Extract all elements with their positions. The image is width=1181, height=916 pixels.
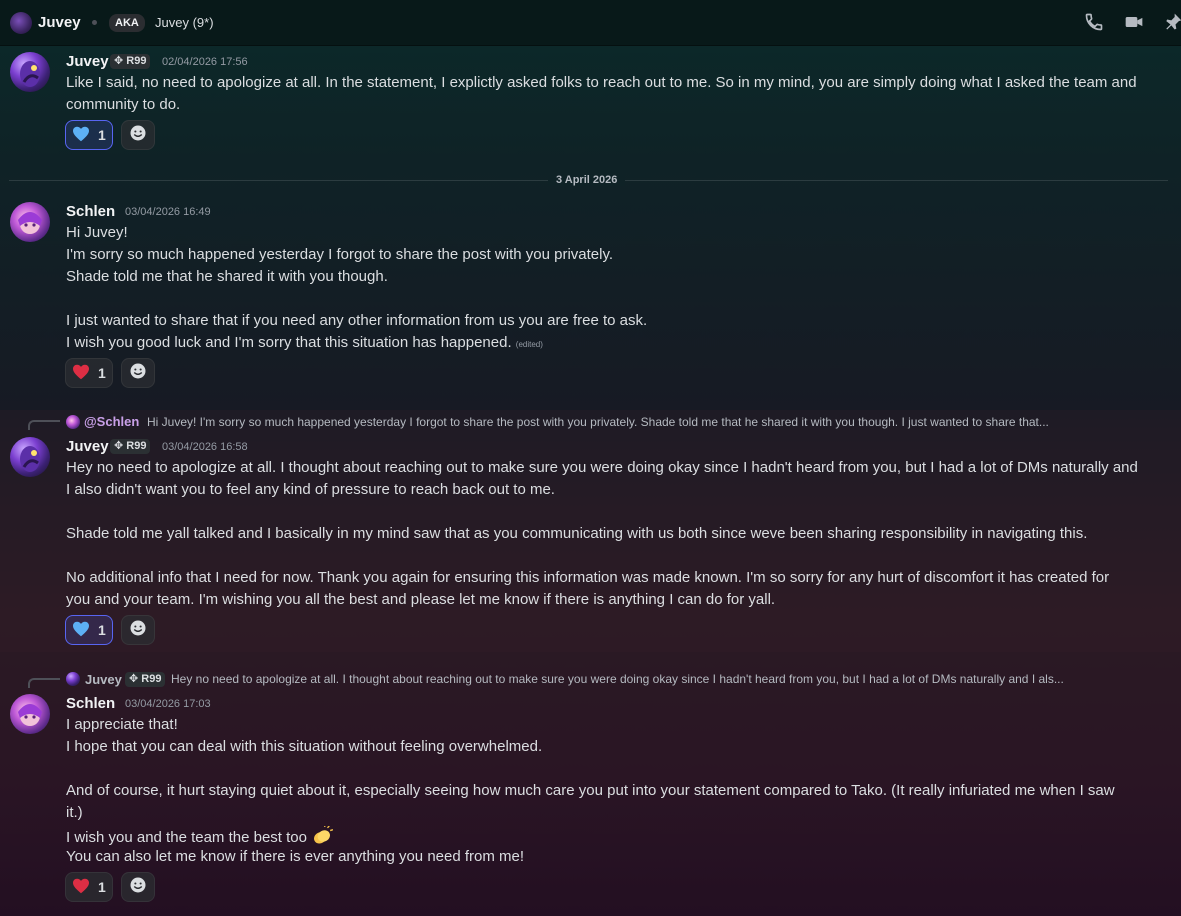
role-tag: ✥ R99 [110, 439, 151, 454]
reply-avatar [66, 672, 80, 686]
reaction-count: 1 [98, 365, 106, 381]
blue-heart-icon [72, 126, 90, 145]
edited-label: (edited) [515, 340, 543, 349]
add-reaction-button[interactable] [121, 120, 155, 150]
pin-icon[interactable] [1162, 12, 1181, 34]
add-reaction-button[interactable] [121, 615, 155, 645]
add-reaction-button[interactable] [121, 872, 155, 902]
header-username[interactable]: Juvey [38, 14, 81, 31]
reply-mention[interactable]: @Schlen [84, 414, 139, 429]
reaction-button[interactable]: 1 [65, 615, 113, 645]
message-text: I hope that you can deal with this situa… [66, 738, 543, 755]
message-timestamp: 02/04/2026 17:56 [162, 56, 248, 68]
message-text: Hey no need to apologize at all. I thoug… [66, 459, 1138, 476]
message-text: I just wanted to share that if you need … [66, 312, 648, 329]
avatar[interactable] [10, 694, 50, 734]
message-text: I'm sorry so much happened yesterday I f… [66, 246, 614, 263]
reaction-count: 1 [98, 622, 106, 638]
red-heart-icon [72, 878, 90, 897]
message-text: I wish you and the team the best too [66, 825, 334, 846]
phone-icon[interactable] [1083, 12, 1105, 34]
role-tag: ✥ R99 [110, 54, 151, 69]
smile-icon [129, 619, 147, 642]
message-author[interactable]: Juvey [66, 53, 109, 70]
red-heart-icon [72, 364, 90, 383]
message-timestamp: 03/04/2026 17:03 [125, 698, 211, 710]
message-text: Shade told me that he shared it with you… [66, 268, 388, 285]
message-author[interactable]: Juvey [66, 438, 109, 455]
message-author[interactable]: Schlen [66, 203, 115, 220]
reaction-count: 1 [98, 127, 106, 143]
reaction-button[interactable]: 1 [65, 872, 113, 902]
header-avatar[interactable] [10, 12, 32, 34]
message-text: you and your team. I'm wishing you all t… [66, 591, 776, 608]
message-text: No additional info that I need for now. … [66, 569, 1110, 586]
smile-icon [129, 362, 147, 385]
channel-header: Juvey AKA Juvey (9*) [0, 0, 1181, 46]
reply-connector [28, 678, 60, 688]
avatar[interactable] [10, 52, 50, 92]
status-dot [92, 20, 97, 25]
role-tag: ✥ R99 [125, 672, 166, 687]
clapping-hands-icon [311, 825, 334, 846]
reaction-button[interactable]: 1 [65, 358, 113, 388]
reply-preview[interactable]: Hey no need to apologize at all. I thoug… [171, 672, 1064, 686]
message-timestamp: 03/04/2026 16:49 [125, 206, 211, 218]
reply-connector [28, 420, 60, 430]
message-text: Hi Juvey! [66, 224, 128, 241]
message-text: Like I said, no need to apologize at all… [66, 74, 1137, 91]
reply-avatar [66, 415, 80, 429]
avatar[interactable] [10, 437, 50, 477]
reaction-count: 1 [98, 879, 106, 895]
date-divider-label: 3 April 2026 [548, 174, 626, 186]
message-author[interactable]: Schlen [66, 695, 115, 712]
message-text: I also didn't want you to feel any kind … [66, 481, 555, 498]
video-icon[interactable] [1123, 12, 1145, 34]
reaction-button[interactable]: 1 [65, 120, 113, 150]
avatar[interactable] [10, 202, 50, 242]
smile-icon [129, 124, 147, 147]
message-text: I wish you good luck and I'm sorry that … [66, 334, 543, 351]
message-timestamp: 03/04/2026 16:58 [162, 441, 248, 453]
add-reaction-button[interactable] [121, 358, 155, 388]
message-text: Shade told me yall talked and I basicall… [66, 525, 1088, 542]
smile-icon [129, 876, 147, 899]
reply-author[interactable]: Juvey [85, 672, 122, 687]
message-text: And of course, it hurt staying quiet abo… [66, 782, 1115, 799]
aka-name: Juvey (9*) [155, 15, 214, 30]
blue-heart-icon [72, 621, 90, 640]
aka-badge: AKA [109, 14, 145, 32]
message-text: community to do. [66, 96, 181, 113]
message-text: it.) [66, 804, 83, 821]
message-text: I appreciate that! [66, 716, 178, 733]
message-text: You can also let me know if there is eve… [66, 848, 525, 865]
reply-preview[interactable]: Hi Juvey! I'm sorry so much happened yes… [147, 415, 1049, 429]
